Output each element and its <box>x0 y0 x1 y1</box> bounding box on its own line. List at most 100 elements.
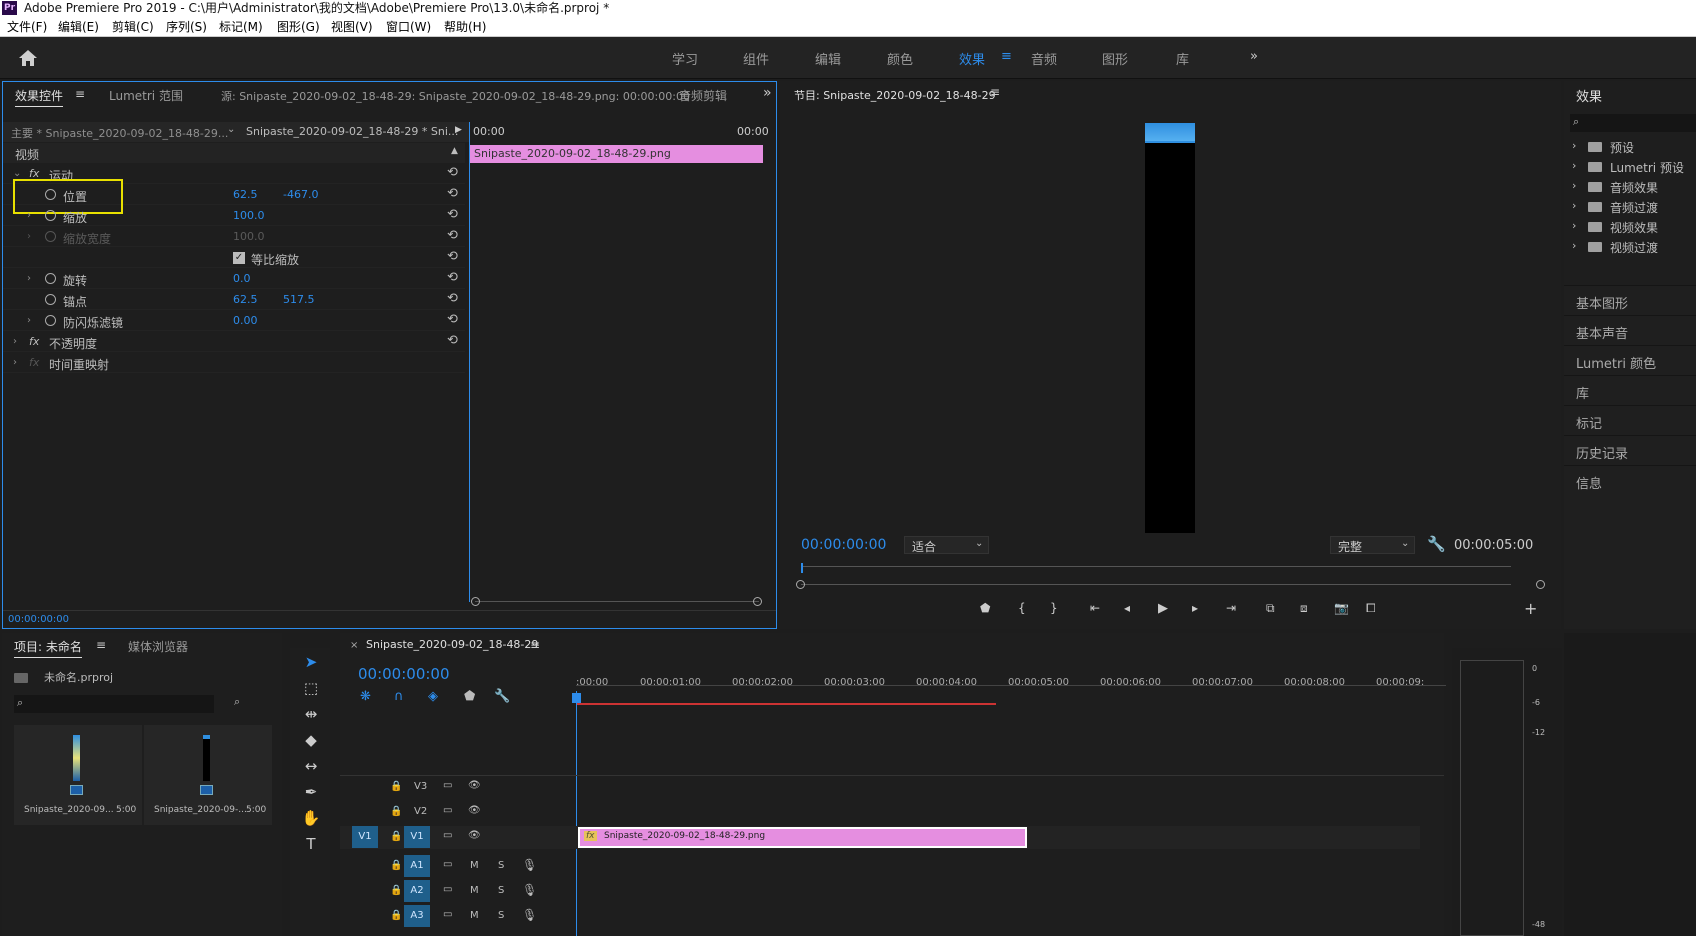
track-target-a1[interactable]: A1 <box>404 855 430 877</box>
program-zoom-bar[interactable] <box>801 584 1511 585</box>
microphone-icon[interactable]: 🎙 <box>522 883 537 897</box>
ec-scrollbar[interactable] <box>475 601 759 602</box>
eye-icon[interactable]: 👁 <box>468 805 481 816</box>
find-icon[interactable]: ⌕ <box>234 695 240 709</box>
playhead-handle[interactable] <box>572 693 581 703</box>
sequence-clip-label[interactable]: Snipaste_2020-09-02_18-48-29 * Sni... <box>246 125 458 138</box>
workspace-libraries[interactable]: 库 <box>1176 49 1189 68</box>
program-title[interactable]: 节目: Snipaste_2020-09-02_18-48-29 <box>794 87 996 103</box>
lock-icon[interactable]: 🔒 <box>390 860 402 871</box>
panel-markers[interactable]: 标记 <box>1564 405 1696 435</box>
panel-info[interactable]: 信息 <box>1564 465 1696 629</box>
chevron-right-icon[interactable]: › <box>27 273 31 284</box>
chevron-right-icon[interactable]: › <box>27 315 31 326</box>
type-tool-icon[interactable]: T <box>300 833 322 855</box>
hand-tool-icon[interactable]: ✋ <box>300 807 322 829</box>
reset-icon[interactable]: ⟲ <box>447 186 458 201</box>
compare-icon[interactable]: ⧠ <box>1366 601 1376 616</box>
flicker-value[interactable]: 0.00 <box>233 314 258 327</box>
menu-window[interactable]: 窗口(W) <box>386 17 431 37</box>
mark-in-icon[interactable]: { <box>1018 601 1026 615</box>
lock-icon[interactable]: 🔒 <box>390 831 402 842</box>
wrench-icon[interactable]: 🔧 <box>1427 535 1446 553</box>
master-clip-label[interactable]: 主要 * Snipaste_2020-09-02_18-48-29... <box>11 125 228 141</box>
effects-item-video-effects[interactable]: › 视频效果 <box>1564 217 1696 237</box>
microphone-icon[interactable]: 🎙 <box>522 908 537 922</box>
lock-icon[interactable]: 🔒 <box>390 910 402 921</box>
play-icon[interactable]: ▶ <box>1158 601 1168 616</box>
panel-menu-icon[interactable]: ≡ <box>530 638 540 652</box>
add-marker-icon[interactable]: ⬟ <box>980 601 990 615</box>
sync-lock-icon[interactable]: ▭ <box>443 780 452 791</box>
camera-icon[interactable]: 📷 <box>1334 601 1349 615</box>
track-select-tool-icon[interactable]: ⬚ <box>300 677 322 699</box>
mute-button[interactable]: M <box>470 860 479 871</box>
quality-dropdown[interactable]: 完整 ⌄ <box>1330 536 1415 554</box>
chevron-right-icon[interactable]: › <box>1572 179 1576 192</box>
reset-icon[interactable]: ⟲ <box>447 249 458 264</box>
panel-lumetri-color[interactable]: Lumetri 颜色 <box>1564 345 1696 375</box>
ripple-edit-tool-icon[interactable]: ⇹ <box>300 703 322 725</box>
step-back-icon[interactable]: ◂ <box>1124 601 1130 615</box>
menu-view[interactable]: 视图(V) <box>331 17 373 37</box>
reset-icon[interactable]: ⟲ <box>447 270 458 285</box>
panel-menu-icon[interactable]: ≡ <box>96 638 106 652</box>
lock-icon[interactable]: 🔒 <box>390 885 402 896</box>
anchor-y-value[interactable]: 517.5 <box>283 293 315 306</box>
home-icon[interactable] <box>18 49 38 67</box>
add-button-icon[interactable]: + <box>1524 599 1537 618</box>
timeline-clip[interactable]: fx Snipaste_2020-09-02_18-48-29.png <box>578 827 1027 848</box>
panel-history[interactable]: 历史记录 <box>1564 435 1696 465</box>
source-patch-v1[interactable]: V1 <box>352 826 378 848</box>
linked-selection-icon[interactable]: ◈ <box>428 689 438 704</box>
anchor-x-value[interactable]: 62.5 <box>233 293 258 306</box>
effects-search-input[interactable]: ⌕ <box>1570 114 1696 132</box>
add-marker-icon[interactable]: ⬟ <box>464 689 475 704</box>
project-item-thumb[interactable]: Snipaste_2020-09... 5:00 <box>14 725 142 825</box>
effects-item-audio-effects[interactable]: › 音频效果 <box>1564 177 1696 197</box>
uniform-scale-checkbox[interactable]: ✓ <box>233 252 245 264</box>
panel-menu-icon[interactable]: ≡ <box>990 85 1000 99</box>
chevron-expanded-icon[interactable]: ⌄ <box>13 168 21 179</box>
menu-edit[interactable]: 编辑(E) <box>58 17 99 37</box>
fit-dropdown[interactable]: 适合 ⌄ <box>904 536 989 554</box>
chevron-right-icon[interactable]: › <box>1572 219 1576 232</box>
stopwatch-icon[interactable] <box>45 273 56 284</box>
stopwatch-icon[interactable] <box>45 315 56 326</box>
effects-item-presets[interactable]: › 预设 <box>1564 137 1696 157</box>
position-y-value[interactable]: -467.0 <box>283 188 318 201</box>
project-item-thumb[interactable]: Snipaste_2020-09-... 5:00 <box>144 725 272 825</box>
solo-button[interactable]: S <box>498 860 504 871</box>
work-area-bar[interactable] <box>576 703 996 705</box>
step-forward-icon[interactable]: ▸ <box>1192 601 1198 615</box>
mute-button[interactable]: M <box>470 885 479 896</box>
chevron-down-icon[interactable]: ⌄ <box>227 124 235 135</box>
tab-project[interactable]: 项目: 未命名 <box>14 638 82 658</box>
opacity-row[interactable]: › fx 不透明度 ⟲ <box>3 332 465 352</box>
workspace-assembly[interactable]: 组件 <box>743 49 769 68</box>
project-search-input[interactable]: ⌕ <box>14 695 214 713</box>
ec-timecode[interactable]: 00:00:00:00 <box>8 614 69 625</box>
wrench-icon[interactable]: 🔧 <box>494 689 510 704</box>
tab-lumetri-scopes[interactable]: Lumetri 范围 <box>109 87 183 104</box>
workspace-effects[interactable]: 效果 <box>959 49 985 68</box>
sync-lock-icon[interactable]: ▭ <box>443 884 452 895</box>
program-ruler[interactable] <box>801 566 1511 567</box>
track-target-a3[interactable]: A3 <box>404 905 430 927</box>
chevron-right-icon[interactable]: › <box>1572 199 1576 212</box>
fx-badge-icon[interactable]: fx <box>29 335 39 348</box>
eye-icon[interactable]: 👁 <box>468 830 481 841</box>
more-tabs-icon[interactable]: » <box>763 85 772 101</box>
eye-icon[interactable]: 👁 <box>468 780 481 791</box>
lock-icon[interactable]: 🔒 <box>390 806 402 817</box>
reset-icon[interactable]: ⟲ <box>447 291 458 306</box>
lift-icon[interactable]: ⧉ <box>1266 601 1275 616</box>
chevron-right-icon[interactable]: › <box>1572 159 1576 172</box>
time-remap-row[interactable]: › fx 时间重映射 <box>3 353 465 373</box>
pen-tool-icon[interactable]: ✒ <box>300 781 322 803</box>
more-workspaces-icon[interactable]: » <box>1250 49 1258 64</box>
zoom-handle-icon[interactable] <box>1536 580 1545 589</box>
tab-effect-controls[interactable]: 效果控件 <box>15 87 64 107</box>
solo-button[interactable]: S <box>498 885 504 896</box>
workspace-learning[interactable]: 学习 <box>672 49 698 68</box>
